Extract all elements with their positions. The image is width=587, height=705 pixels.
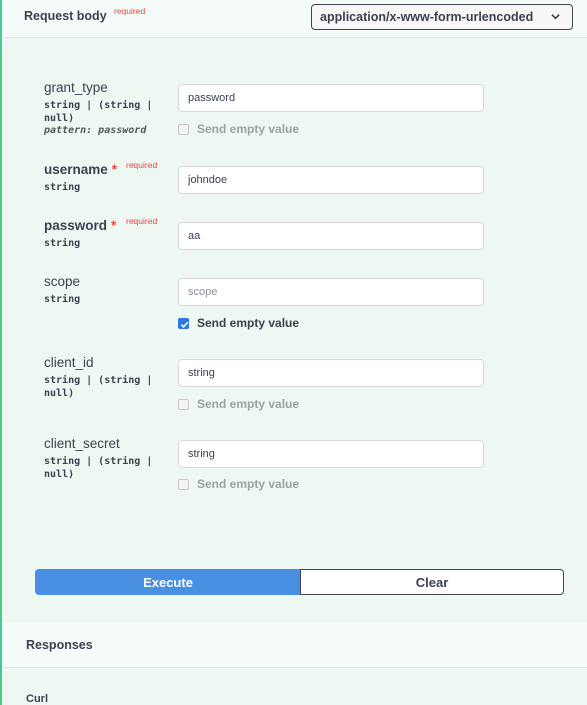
checkmark-icon [180, 321, 189, 328]
password-input[interactable] [178, 222, 484, 250]
client-secret-input[interactable] [178, 440, 484, 468]
param-type-line1: string | (string | [44, 456, 153, 467]
username-required-tag: required [126, 160, 158, 170]
send-empty-label: Send empty value [197, 477, 300, 491]
curl-heading: Curl [26, 693, 48, 705]
param-pattern-grant-type: pattern: password [44, 125, 147, 136]
scope-send-empty-checkbox[interactable] [178, 317, 189, 329]
content-type-select[interactable]: application/x-www-form-urlencoded [311, 4, 573, 30]
request-body-required-tag: required [114, 6, 146, 16]
client-id-send-empty-checkbox[interactable] [178, 398, 189, 410]
grant-type-input[interactable] [178, 84, 484, 112]
request-body-panel: Request body required application/x-www-… [0, 0, 587, 705]
required-star: * [111, 218, 117, 233]
param-type-line1: string | (string | [44, 100, 153, 111]
param-name-text: username [44, 162, 108, 177]
param-type-client-secret: string | (string | null) [44, 455, 152, 481]
param-type-line1: string | (string | [44, 375, 153, 386]
password-required-tag: required [126, 216, 158, 226]
clear-button[interactable]: Clear [300, 569, 564, 595]
responses-title: Responses [26, 638, 93, 652]
param-name-username: username * [44, 162, 117, 177]
client-secret-send-empty-checkbox[interactable] [178, 478, 189, 490]
required-star: * [111, 162, 118, 177]
request-body-title: Request body [24, 9, 107, 23]
param-type-line2: null) [44, 113, 75, 124]
send-empty-label: Send empty value [197, 122, 300, 136]
param-type-client-id: string | (string | null) [44, 374, 152, 400]
param-name-grant-type: grant_type [44, 80, 108, 95]
execute-button[interactable]: Execute [35, 569, 301, 595]
responses-header: Responses [4, 622, 587, 668]
content-type-value: application/x-www-form-urlencoded [320, 10, 534, 24]
client-id-input[interactable] [178, 359, 484, 387]
scope-input[interactable] [178, 278, 484, 306]
grant-type-send-empty[interactable]: Send empty value [178, 121, 299, 137]
param-name-scope: scope [44, 274, 81, 289]
param-name-text: password [44, 218, 108, 233]
client-id-send-empty[interactable]: Send empty value [178, 396, 299, 412]
username-input[interactable] [178, 166, 484, 194]
param-name-password: password * [44, 218, 116, 233]
send-empty-label: Send empty value [197, 316, 300, 330]
send-empty-label: Send empty value [197, 397, 300, 411]
param-type-line2: null) [44, 388, 75, 399]
scope-send-empty[interactable]: Send empty value [178, 315, 299, 331]
grant-type-send-empty-checkbox[interactable] [178, 123, 189, 135]
param-type-line2: null) [44, 469, 75, 480]
param-type-grant-type: string | (string | null) [44, 99, 152, 125]
client-secret-send-empty[interactable]: Send empty value [178, 476, 299, 492]
param-name-client-secret: client_secret [44, 436, 120, 451]
param-type-username: string [44, 182, 81, 193]
param-type-scope: string [44, 294, 81, 305]
param-name-client-id: client_id [44, 355, 94, 370]
chevron-down-icon [551, 14, 560, 20]
param-type-password: string [44, 238, 81, 249]
